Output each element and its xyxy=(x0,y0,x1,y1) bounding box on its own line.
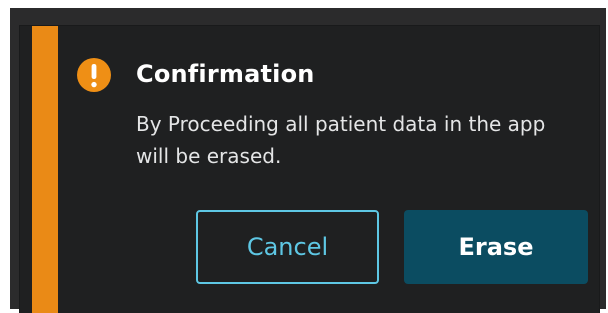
exclamation-icon-glyph xyxy=(91,64,97,88)
dialog-message: By Proceeding all patient data in the ap… xyxy=(136,112,546,168)
erase-button[interactable]: Erase xyxy=(404,210,588,284)
exclamation-icon xyxy=(77,58,111,92)
confirmation-dialog: Confirmation By Proceeding all patient d… xyxy=(20,26,599,313)
cancel-button[interactable]: Cancel xyxy=(196,210,379,284)
dialog-title: Confirmation xyxy=(136,60,315,88)
app-background: Confirmation By Proceeding all patient d… xyxy=(10,8,606,313)
warning-accent-bar xyxy=(32,26,58,313)
